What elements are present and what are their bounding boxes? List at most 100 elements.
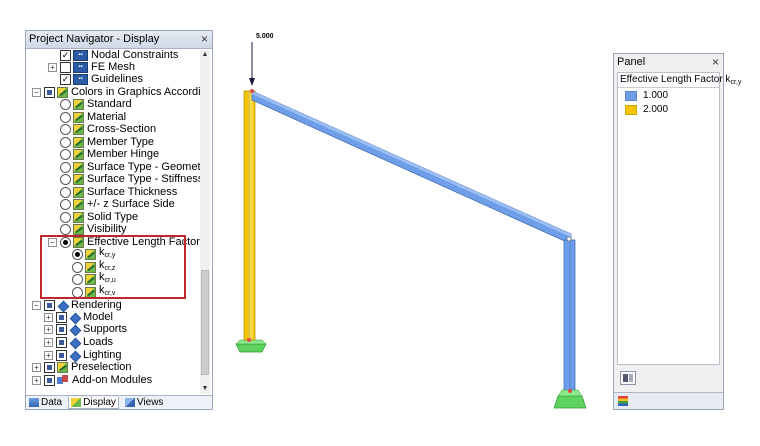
column-right[interactable] <box>563 239 576 393</box>
radio-off-icon[interactable] <box>60 98 71 110</box>
support-right[interactable] <box>553 395 587 409</box>
scroll-down-arrow-icon[interactable]: ▼ <box>200 384 210 394</box>
expand-plus-icon[interactable]: + <box>32 362 41 372</box>
collapse-minus-icon[interactable]: − <box>48 237 57 247</box>
radio-off-icon[interactable] <box>60 123 71 135</box>
radio-off-icon[interactable] <box>72 286 83 298</box>
tree-item-lighting[interactable]: + Lighting <box>44 349 122 361</box>
radio-off-icon[interactable] <box>60 223 71 235</box>
checkbox-partial-icon[interactable] <box>44 299 55 311</box>
checkbox-partial-icon[interactable] <box>44 86 55 98</box>
radio-off-icon[interactable] <box>60 136 71 148</box>
color-scale-icon[interactable] <box>618 396 628 406</box>
tree-item-surface-type-geometry[interactable]: Surface Type - Geometry <box>60 161 201 173</box>
checkbox-checked-icon[interactable]: ✓ <box>60 73 71 85</box>
tree-item-guidelines[interactable]: ✓ ▪▪ Guidelines <box>48 73 143 85</box>
tree-item-label: Standard <box>87 98 132 110</box>
tree-item-surface-side[interactable]: +/- z Surface Side <box>60 198 175 210</box>
collapse-minus-icon[interactable]: − <box>32 87 41 97</box>
tree-item-supports[interactable]: + Supports <box>44 323 127 335</box>
tab-display[interactable]: Display <box>68 396 119 409</box>
node-top-left[interactable] <box>250 89 254 93</box>
radio-off-icon[interactable] <box>60 148 71 160</box>
tab-views[interactable]: Views <box>124 397 163 408</box>
checkbox-partial-icon[interactable] <box>56 349 67 361</box>
expand-plus-icon[interactable]: + <box>44 312 53 322</box>
tree-item-preselection[interactable]: + Preselection <box>32 361 132 373</box>
checkbox-partial-icon[interactable] <box>44 361 55 373</box>
tree-item-rendering[interactable]: − Rendering <box>32 299 122 311</box>
radio-off-icon[interactable] <box>60 211 71 223</box>
checkbox-checked-icon[interactable]: ✓ <box>60 49 71 61</box>
radio-off-icon[interactable] <box>60 111 71 123</box>
panel-close-icon[interactable]: × <box>712 54 719 71</box>
radio-off-icon[interactable] <box>72 261 83 273</box>
tree-item-material[interactable]: Material <box>60 111 126 123</box>
tab-data[interactable]: Data <box>29 397 62 408</box>
tree-item-addon-modules[interactable]: + Add-on Modules <box>32 374 152 386</box>
tree-item-visibility[interactable]: Visibility <box>60 223 127 235</box>
legend-box: Effective Length Factor kcr,y 1.000 2.00… <box>617 72 742 365</box>
tree-item-surface-thickness[interactable]: Surface Thickness <box>60 186 177 198</box>
tree-item-nodal-constraints[interactable]: ✓ ▪▪ Nodal Constraints <box>48 49 178 61</box>
tree-item-label: +/- z Surface Side <box>87 198 175 210</box>
radio-on-icon[interactable] <box>60 236 71 248</box>
radio-on-icon[interactable] <box>72 248 83 260</box>
checkbox-partial-icon[interactable] <box>56 311 67 323</box>
radio-off-icon[interactable] <box>60 161 71 173</box>
tree-item-standard[interactable]: Standard <box>60 98 132 110</box>
checkbox-partial-icon[interactable] <box>44 374 55 386</box>
support-left[interactable] <box>235 343 267 353</box>
collapse-minus-icon[interactable]: − <box>32 300 41 310</box>
tree-item-fe-mesh[interactable]: + ▪▪ FE Mesh <box>48 61 135 73</box>
expand-plus-icon[interactable]: + <box>48 62 57 72</box>
data-tab-icon <box>29 398 39 407</box>
legend-label: 2.000 <box>643 104 669 115</box>
navigator-tree: ✓ ▪▪ Nodal Constraints + ▪▪ FE Mesh ✓ ▪▪… <box>26 49 201 395</box>
tree-item-model[interactable]: + Model <box>44 311 113 323</box>
legend-swatch <box>625 90 637 101</box>
node-bottom-left[interactable] <box>247 338 251 342</box>
color-option-icon <box>73 173 84 185</box>
radio-off-icon[interactable] <box>60 198 71 210</box>
checkbox-partial-icon[interactable] <box>56 336 67 348</box>
node-top-right[interactable] <box>566 236 572 242</box>
tree-item-solid-type[interactable]: Solid Type <box>60 211 138 223</box>
radio-off-icon[interactable] <box>72 273 83 285</box>
color-option-icon <box>85 286 96 298</box>
tree-item-loads[interactable]: + Loads <box>44 336 113 348</box>
tab-label: Display <box>83 396 116 408</box>
tree-item-surface-type-stiffness[interactable]: Surface Type - Stiffness <box>60 173 201 185</box>
scroll-thumb[interactable] <box>201 270 209 375</box>
preselection-icon <box>57 361 68 373</box>
navigator-close-icon[interactable]: × <box>201 31 208 48</box>
node-bottom-right[interactable] <box>568 389 572 393</box>
color-option-icon <box>73 123 84 135</box>
navigator-title-bar: Project Navigator - Display × <box>26 31 212 49</box>
tree-item-label: Model <box>83 311 113 323</box>
model-viewport[interactable] <box>225 28 595 428</box>
tree-item-colors-in-graphics[interactable]: − Colors in Graphics According to <box>32 86 201 98</box>
checkbox-partial-icon[interactable] <box>56 323 67 335</box>
tree-item-kcr-v[interactable]: kcr,v <box>72 284 115 298</box>
expand-plus-icon[interactable]: + <box>44 337 53 347</box>
legend-title: Effective Length Factor kcr,y <box>618 74 742 88</box>
scroll-up-arrow-icon[interactable]: ▲ <box>200 50 210 60</box>
tab-label: Data <box>41 397 63 408</box>
expand-plus-icon[interactable]: + <box>44 350 53 360</box>
expand-plus-icon[interactable]: + <box>32 375 41 385</box>
tree-item-member-type[interactable]: Member Type <box>60 136 154 148</box>
navigator-scrollbar[interactable]: ▲ ▼ <box>200 50 210 394</box>
radio-off-icon[interactable] <box>60 186 71 198</box>
tree-item-cross-section[interactable]: Cross-Section <box>60 123 156 135</box>
tree-item-member-hinge[interactable]: Member Hinge <box>60 148 159 160</box>
color-option-icon <box>73 148 84 160</box>
radio-off-icon[interactable] <box>60 173 71 185</box>
color-option-icon <box>73 111 84 123</box>
tree-item-label: Lighting <box>83 349 122 361</box>
panel-options-button[interactable] <box>620 371 636 385</box>
checkbox-unchecked-icon[interactable] <box>60 61 71 73</box>
expand-plus-icon[interactable]: + <box>44 324 53 334</box>
tree-item-effective-length-factor[interactable]: − Effective Length Factor <box>48 236 200 248</box>
tree-item-label: Add-on Modules <box>72 374 153 386</box>
